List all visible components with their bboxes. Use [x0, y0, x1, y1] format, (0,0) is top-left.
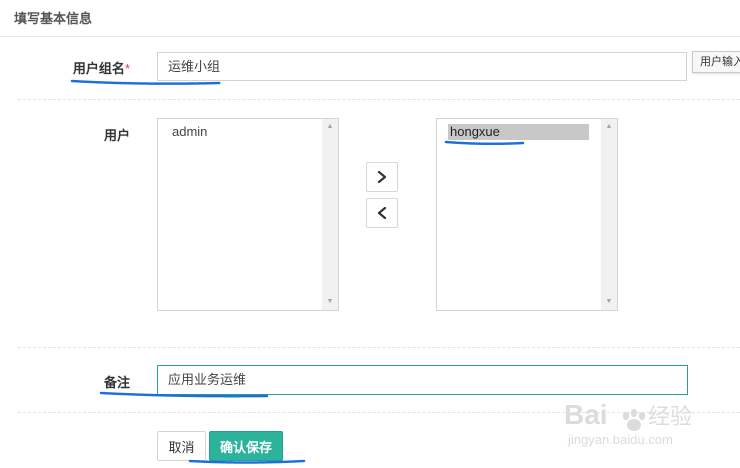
underline-hongxue — [444, 140, 525, 146]
underline-confirm-button — [188, 459, 306, 464]
watermark-url: jingyan.baidu.com — [567, 432, 673, 447]
baidu-watermark: Bai 经验 jingyan.baidu.com — [560, 394, 735, 454]
watermark-graphic: Bai 经验 jingyan.baidu.com — [564, 399, 692, 447]
watermark-brand: Bai — [564, 399, 608, 430]
underline-remark — [99, 391, 269, 398]
paw-icon — [622, 409, 646, 431]
underline-group-name-label — [70, 79, 222, 85]
watermark-jingyan: 经验 — [648, 405, 692, 430]
